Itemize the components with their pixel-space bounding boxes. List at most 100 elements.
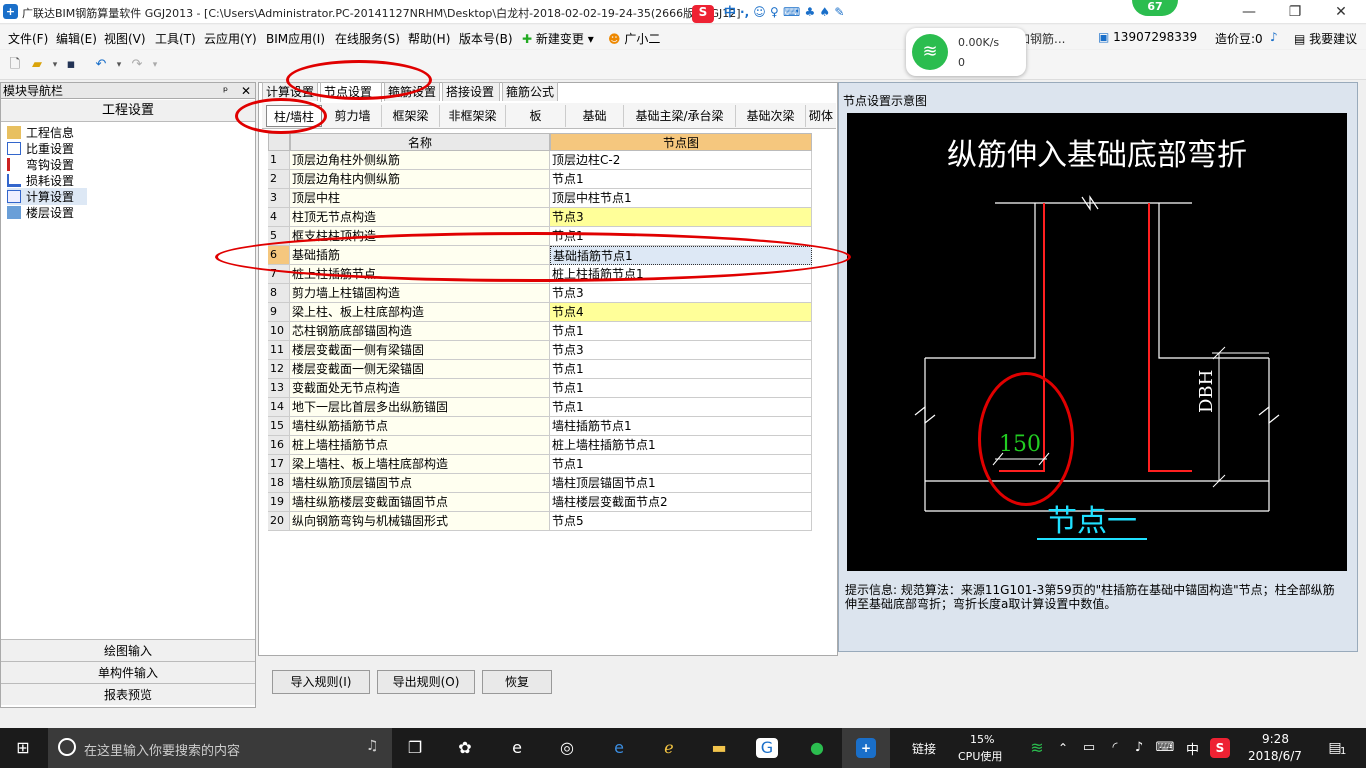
minimize-button[interactable]: — [1226,0,1272,24]
menu-version[interactable]: 版本号(B) [459,30,513,47]
table-row[interactable]: 15 墙柱纵筋插筋节点 墙柱插筋节点1 [268,417,812,436]
menu-view[interactable]: 视图(V) [104,30,146,47]
new-file-icon[interactable]: 🗋 [6,56,24,74]
cell-node[interactable]: 节点3 [550,284,812,303]
user-account[interactable]: ▣ 13907298339 [1098,30,1197,44]
table-row[interactable]: 8 剪力墙上柱锚固构造 节点3 [268,284,812,303]
col-header-name[interactable]: 名称 [290,133,550,151]
menu-online[interactable]: 在线服务(S) [335,30,400,47]
fan-app-icon[interactable]: ✿ [454,738,476,758]
draw-input-button[interactable]: 绘图输入 [1,639,255,661]
tree-item-project-info[interactable]: 工程信息 [7,124,74,141]
report-preview-button[interactable]: 报表预览 [1,683,255,705]
subtab-foundation-main-beam[interactable]: 基础主梁/承台梁 [624,105,736,127]
clock-date[interactable]: 2018/6/7 [1248,749,1302,763]
cell-node[interactable]: 节点1 [550,322,812,341]
single-component-button[interactable]: 单构件输入 [1,661,255,683]
tree-item-calc[interactable]: 计算设置 [7,188,87,205]
cell-node[interactable]: 节点1 [550,170,812,189]
price-beans[interactable]: 造价豆:0 [1215,30,1263,47]
table-row[interactable]: 9 梁上柱、板上柱底部构造 节点4 [268,303,812,322]
ime-toolbar[interactable]: S 中 ·, ☺ ♀ ⌨ ♣ ♠ ✎ [692,3,902,23]
cell-node[interactable]: 墙柱顶层锚固节点1 [550,474,812,493]
green-app-icon[interactable]: ● [806,738,828,758]
edge-icon[interactable]: e [608,738,630,758]
maximize-button[interactable]: ❐ [1272,0,1318,24]
project-settings-button[interactable]: 工程设置 [1,100,255,122]
table-row[interactable]: 18 墙柱纵筋顶层锚固节点 墙柱顶层锚固节点1 [268,474,812,493]
table-row[interactable]: 19 墙柱纵筋楼层变截面锚固节点 墙柱楼层变截面节点2 [268,493,812,512]
subtab-frame-beam[interactable]: 框架梁 [382,105,440,127]
subtab-nonframe-beam[interactable]: 非框架梁 [440,105,506,127]
menu-file[interactable]: 文件(F) [8,30,48,47]
active-app-tab[interactable]: + [842,728,890,768]
cell-node[interactable]: 顶层中柱节点1 [550,189,812,208]
undo-dropdown-icon[interactable]: ▾ [110,56,128,74]
cell-node[interactable]: 节点1 [550,360,812,379]
col-header-node[interactable]: 节点图 [550,133,812,151]
menu-edit[interactable]: 编辑(E) [56,30,97,47]
sogou-icon[interactable]: S [692,5,714,23]
task-view-icon[interactable]: ❐ [404,738,426,758]
table-row[interactable]: 12 楼层变截面一侧无梁锚固 节点1 [268,360,812,379]
suggest-button[interactable]: ▤ 我要建议 [1294,30,1357,47]
tab-lap-settings[interactable]: 搭接设置 [442,82,500,101]
sogou-tray-icon[interactable]: S [1210,738,1230,758]
export-rules-button[interactable]: 导出规则(O) [377,670,475,694]
battery-icon[interactable]: ▭ [1078,738,1100,758]
tree-item-weight[interactable]: 比重设置 [7,140,74,157]
table-row[interactable]: 17 梁上墙柱、板上墙柱底部构造 节点1 [268,455,812,474]
table-row[interactable]: 1 顶层边角柱外侧纵筋 顶层边柱C-2 [268,151,812,170]
menu-bim[interactable]: BIM应用(I) [266,30,325,47]
file-explorer-icon[interactable]: ▬ [708,738,730,758]
table-row[interactable]: 20 纵向钢筋弯钩与机械锚固形式 节点5 [268,512,812,531]
ie-icon[interactable]: e [506,738,528,758]
redo-icon[interactable]: ↷ [128,56,146,74]
tree-item-loss[interactable]: 损耗设置 [7,172,74,189]
table-row[interactable]: 13 变截面处无节点构造 节点1 [268,379,812,398]
tree-item-hook[interactable]: 弯钩设置 [7,156,74,173]
new-change-button[interactable]: ✚ 新建变更 ▾ [522,30,594,47]
menu-cloud[interactable]: 云应用(Y) [204,30,257,47]
table-row[interactable]: 11 楼层变截面一侧有梁锚固 节点3 [268,341,812,360]
cell-node[interactable]: 节点3 [550,208,812,227]
subtab-foundation-secondary-beam[interactable]: 基础次梁 [736,105,806,127]
subtab-shear-wall[interactable]: 剪力墙 [324,105,382,127]
subtab-foundation[interactable]: 基础 [566,105,624,127]
table-row[interactable]: 2 顶层边角柱内侧纵筋 节点1 [268,170,812,189]
table-row[interactable]: 10 芯柱钢筋底部锚固构造 节点1 [268,322,812,341]
cell-node[interactable]: 节点1 [550,398,812,417]
wifi-tray-icon[interactable]: ≋ [1026,738,1048,758]
link-label[interactable]: 链接 [912,740,936,757]
network-speed-widget[interactable]: ≋ 0.00K/s 0 [906,28,1026,76]
subtab-slab[interactable]: 板 [506,105,566,127]
cell-node[interactable]: 节点1 [550,379,812,398]
table-row[interactable]: 3 顶层中柱 顶层中柱节点1 [268,189,812,208]
nav-close-icon[interactable]: ✕ [241,83,251,99]
tab-stirrup-formula[interactable]: 箍筋公式 [502,82,558,101]
table-row[interactable]: 4 柱顶无节点构造 节点3 [268,208,812,227]
undo-icon[interactable]: ↶ [92,56,110,74]
ime-indicator[interactable]: 中 [1186,739,1199,758]
cell-node[interactable]: 节点1 [550,455,812,474]
menu-tools[interactable]: 工具(T) [155,30,196,47]
network-tray-icon[interactable]: ◜ [1104,738,1126,758]
bell-icon[interactable]: ♪ [1270,30,1278,44]
cell-node[interactable]: 节点4 [550,303,812,322]
open-folder-icon[interactable]: ▰ [28,56,46,74]
table-row[interactable]: 14 地下一层比首层多出纵筋锚固 节点1 [268,398,812,417]
taskbar-search[interactable]: 在这里输入你要搜索的内容 ♫ [48,728,392,768]
ie-yellow-icon[interactable]: ℯ [658,738,680,758]
save-icon[interactable]: ▪ [62,56,80,74]
keyboard-icon[interactable]: ⌨ [1154,738,1176,758]
cell-node[interactable]: 桩上墙柱插筋节点1 [550,436,812,455]
cell-node[interactable]: 节点5 [550,512,812,531]
pin-icon[interactable]: ᵖ [223,83,228,99]
clock-time[interactable]: 9:28 [1262,732,1289,746]
show-hidden-icon[interactable]: ⌃ [1052,738,1074,758]
glodon-g-icon[interactable]: G [756,738,778,758]
assistant-button[interactable]: ☻ 广小二 [608,30,660,47]
volume-icon[interactable]: ♪ [1128,738,1150,758]
ime-mode-icon[interactable]: 中 ·, ☺ ♀ ⌨ ♣ ♠ ✎ [724,5,845,19]
mic-icon[interactable]: ♫ [366,738,379,754]
